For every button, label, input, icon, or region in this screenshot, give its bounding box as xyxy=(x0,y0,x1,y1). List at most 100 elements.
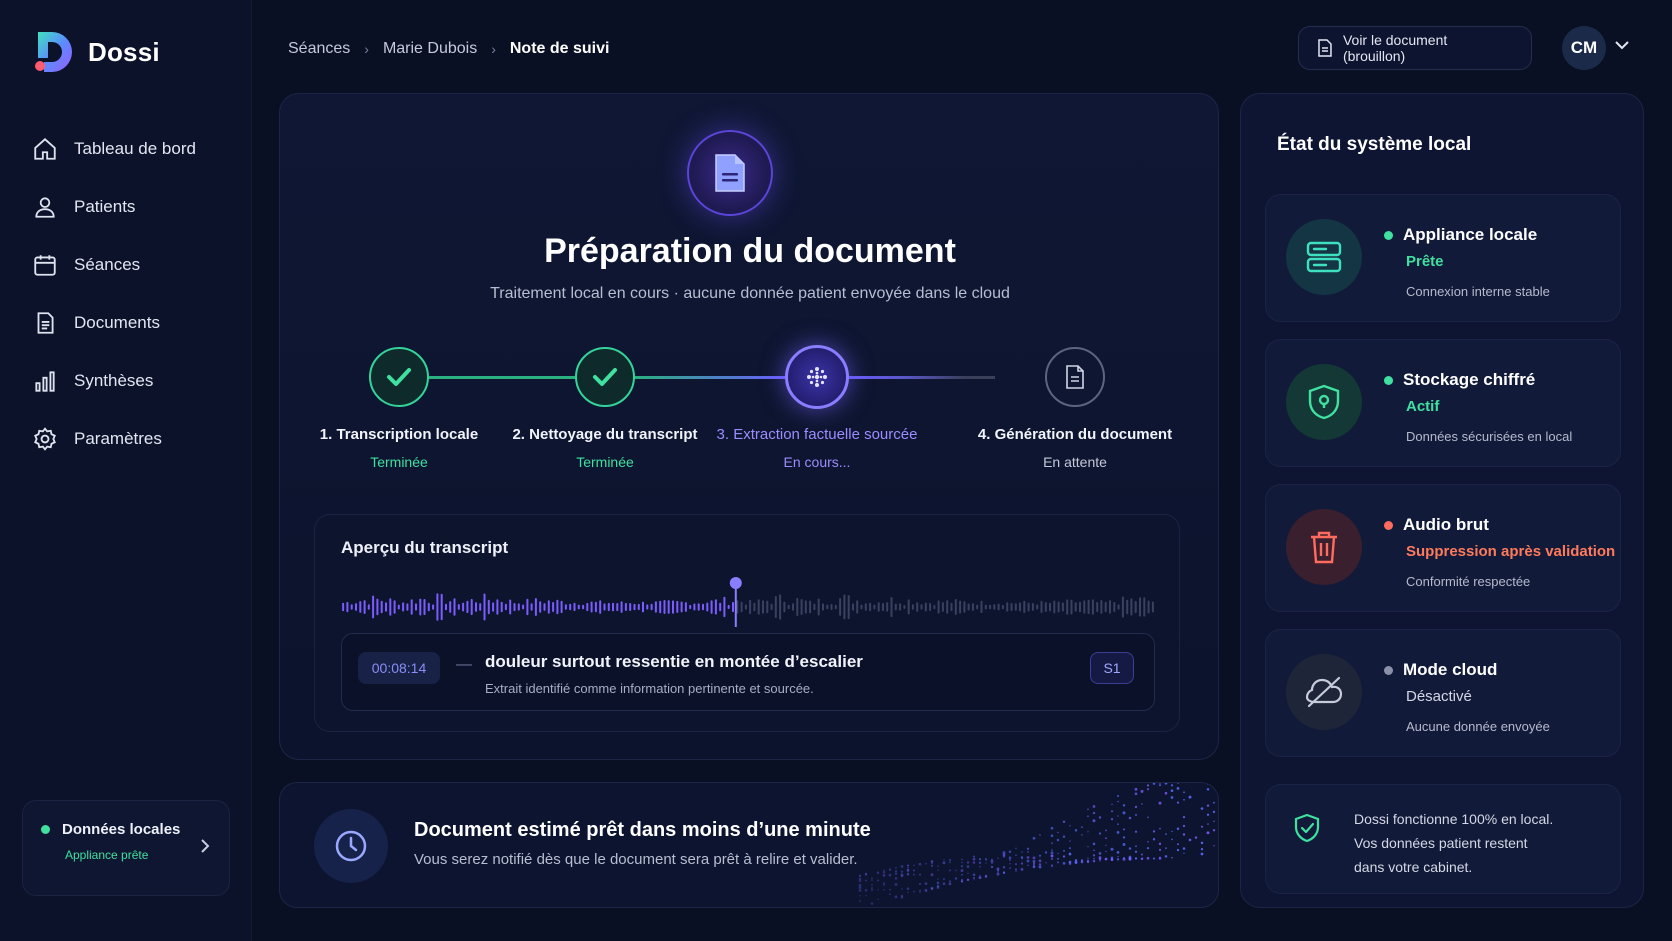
shield-lock-icon xyxy=(1286,364,1362,440)
sidebar-item-syntheses[interactable]: Synthèses xyxy=(32,352,242,410)
check-icon xyxy=(593,368,617,386)
sidebar-nav: Tableau de bord Patients Séances Documen… xyxy=(32,120,242,468)
sidebar-item-label: Documents xyxy=(74,313,160,332)
system-item-detail: Connexion interne stable xyxy=(1406,284,1550,299)
clock-icon xyxy=(314,809,388,883)
local-info-card: Dossi fonctionne 100% en local. Vos donn… xyxy=(1265,784,1621,894)
chevron-right-icon: › xyxy=(364,41,369,57)
trash-icon xyxy=(1286,509,1362,585)
system-item-name: Appliance locale xyxy=(1403,225,1538,244)
segment-timestamp[interactable]: 00:08:14 xyxy=(358,652,440,684)
document-icon xyxy=(687,130,773,216)
shield-check-icon xyxy=(1294,813,1320,848)
sidebar-item-documents[interactable]: Documents xyxy=(32,294,242,352)
avatar[interactable]: CM xyxy=(1562,26,1606,70)
document-icon xyxy=(37,312,54,334)
bar-chart-icon xyxy=(35,371,55,392)
step-4-label: 4. Génération du document xyxy=(977,426,1173,443)
info-line: dans votre cabinet. xyxy=(1354,859,1473,875)
system-item-status: Prête xyxy=(1406,253,1444,270)
sidebar: Dossi Tableau de bord Patients Séances D… xyxy=(0,0,252,941)
breadcrumb: Séances › Marie Dubois › Note de suivi xyxy=(288,40,609,58)
system-item-storage: Stockage chiffré Actif Données sécurisée… xyxy=(1265,339,1621,467)
step-1-label: 1. Transcription locale xyxy=(319,426,479,443)
status-dot xyxy=(1384,375,1393,385)
system-item-status: Suppression après validation xyxy=(1406,543,1616,560)
home-icon xyxy=(34,138,56,160)
system-item-status: Actif xyxy=(1406,398,1440,415)
step-1-indicator xyxy=(369,347,429,407)
system-item-detail: Données sécurisées en local xyxy=(1406,429,1573,444)
document-preparation-card: Préparation du document Traitement local… xyxy=(279,93,1219,760)
status-dot xyxy=(1384,520,1393,530)
chevron-right-icon: › xyxy=(491,41,496,57)
calendar-icon xyxy=(34,255,56,276)
speaker-badge: S1 xyxy=(1090,652,1134,684)
eta-title: Document estimé prêt dans moins d’une mi… xyxy=(414,819,871,841)
processing-dots-icon xyxy=(807,367,827,387)
system-item-name: Audio brut xyxy=(1403,515,1489,534)
step-connector xyxy=(429,376,575,379)
particle-wave-decoration xyxy=(858,783,1216,905)
step-connector xyxy=(845,376,995,379)
segment-text: douleur surtout ressentie en montée d’es… xyxy=(485,652,863,671)
check-icon xyxy=(387,368,411,386)
step-2-indicator xyxy=(575,347,635,407)
system-status-panel: État du système local Appliance locale P… xyxy=(1240,93,1644,908)
system-item-detail: Aucune donnée envoyée xyxy=(1406,719,1550,734)
status-dot xyxy=(1384,665,1393,675)
breadcrumb-item-current: Note de suivi xyxy=(509,40,610,57)
logo[interactable]: Dossi xyxy=(30,28,160,76)
step-1-status: Terminée xyxy=(370,454,428,470)
step-2-label: 2. Nettoyage du transcript xyxy=(512,426,698,443)
sidebar-item-dashboard[interactable]: Tableau de bord xyxy=(32,120,242,178)
chevron-down-icon[interactable] xyxy=(1614,38,1630,56)
document-icon xyxy=(1066,365,1084,389)
sidebar-item-label: Patients xyxy=(74,197,136,216)
breadcrumb-item-patient[interactable]: Marie Dubois xyxy=(383,40,477,58)
status-dot xyxy=(1384,230,1393,240)
system-item-status: Désactivé xyxy=(1406,688,1472,705)
local-card-subtitle: Appliance prête xyxy=(65,848,149,862)
system-item-raw-audio: Audio brut Suppression après validation … xyxy=(1265,484,1621,612)
server-icon xyxy=(1286,219,1362,295)
user-icon xyxy=(35,197,55,218)
eta-card: Document estimé prêt dans moins d’une mi… xyxy=(279,782,1219,908)
view-document-label: Voir le document (brouillon) xyxy=(1342,32,1448,64)
sidebar-item-seances[interactable]: Séances xyxy=(32,236,242,294)
local-data-card[interactable]: Données locales Appliance prête xyxy=(22,800,230,896)
audio-waveform[interactable] xyxy=(341,575,1155,627)
local-card-title: Données locales xyxy=(62,821,181,838)
transcript-segment[interactable]: 00:08:14 — douleur surtout ressentie en … xyxy=(341,633,1155,711)
sidebar-item-parametres[interactable]: Paramètres xyxy=(32,410,242,468)
gear-icon xyxy=(34,427,56,451)
eta-subtitle: Vous serez notifié dès que le document s… xyxy=(414,851,858,868)
step-3-label: 3. Extraction factuelle sourcée xyxy=(716,426,918,443)
transcript-preview: Aperçu du transcript 00:08:14 — douleur … xyxy=(314,514,1180,732)
breadcrumb-item-seances[interactable]: Séances xyxy=(288,40,350,58)
step-connector xyxy=(635,376,785,379)
app-name: Dossi xyxy=(88,36,160,67)
sidebar-item-label: Synthèses xyxy=(74,371,154,390)
step-3-status: En cours... xyxy=(783,454,851,470)
page-subtitle: Traitement local en cours · aucune donné… xyxy=(490,285,1010,302)
dossi-logo-icon xyxy=(30,28,78,76)
system-item-cloud-mode: Mode cloud Désactivé Aucune donnée envoy… xyxy=(1265,629,1621,757)
system-panel-title: État du système local xyxy=(1277,134,1472,155)
step-4-indicator xyxy=(1045,347,1105,407)
sidebar-item-patients[interactable]: Patients xyxy=(32,178,242,236)
system-item-appliance: Appliance locale Prête Connexion interne… xyxy=(1265,194,1621,322)
transcript-title: Aperçu du transcript xyxy=(341,538,509,557)
info-line: Vos données patient restent xyxy=(1354,835,1528,851)
page-title: Préparation du document xyxy=(544,232,956,270)
step-4-status: En attente xyxy=(1043,454,1107,470)
step-3-indicator xyxy=(785,345,849,409)
step-2-status: Terminée xyxy=(576,454,634,470)
sidebar-item-label: Séances xyxy=(74,255,141,274)
sidebar-item-label: Paramètres xyxy=(74,429,162,448)
system-item-name: Mode cloud xyxy=(1403,660,1498,679)
view-document-button[interactable]: Voir le document (brouillon) xyxy=(1298,26,1532,70)
sidebar-item-label: Tableau de bord xyxy=(74,139,196,158)
system-item-detail: Conformité respectée xyxy=(1406,574,1531,589)
chevron-right-icon xyxy=(199,837,211,860)
